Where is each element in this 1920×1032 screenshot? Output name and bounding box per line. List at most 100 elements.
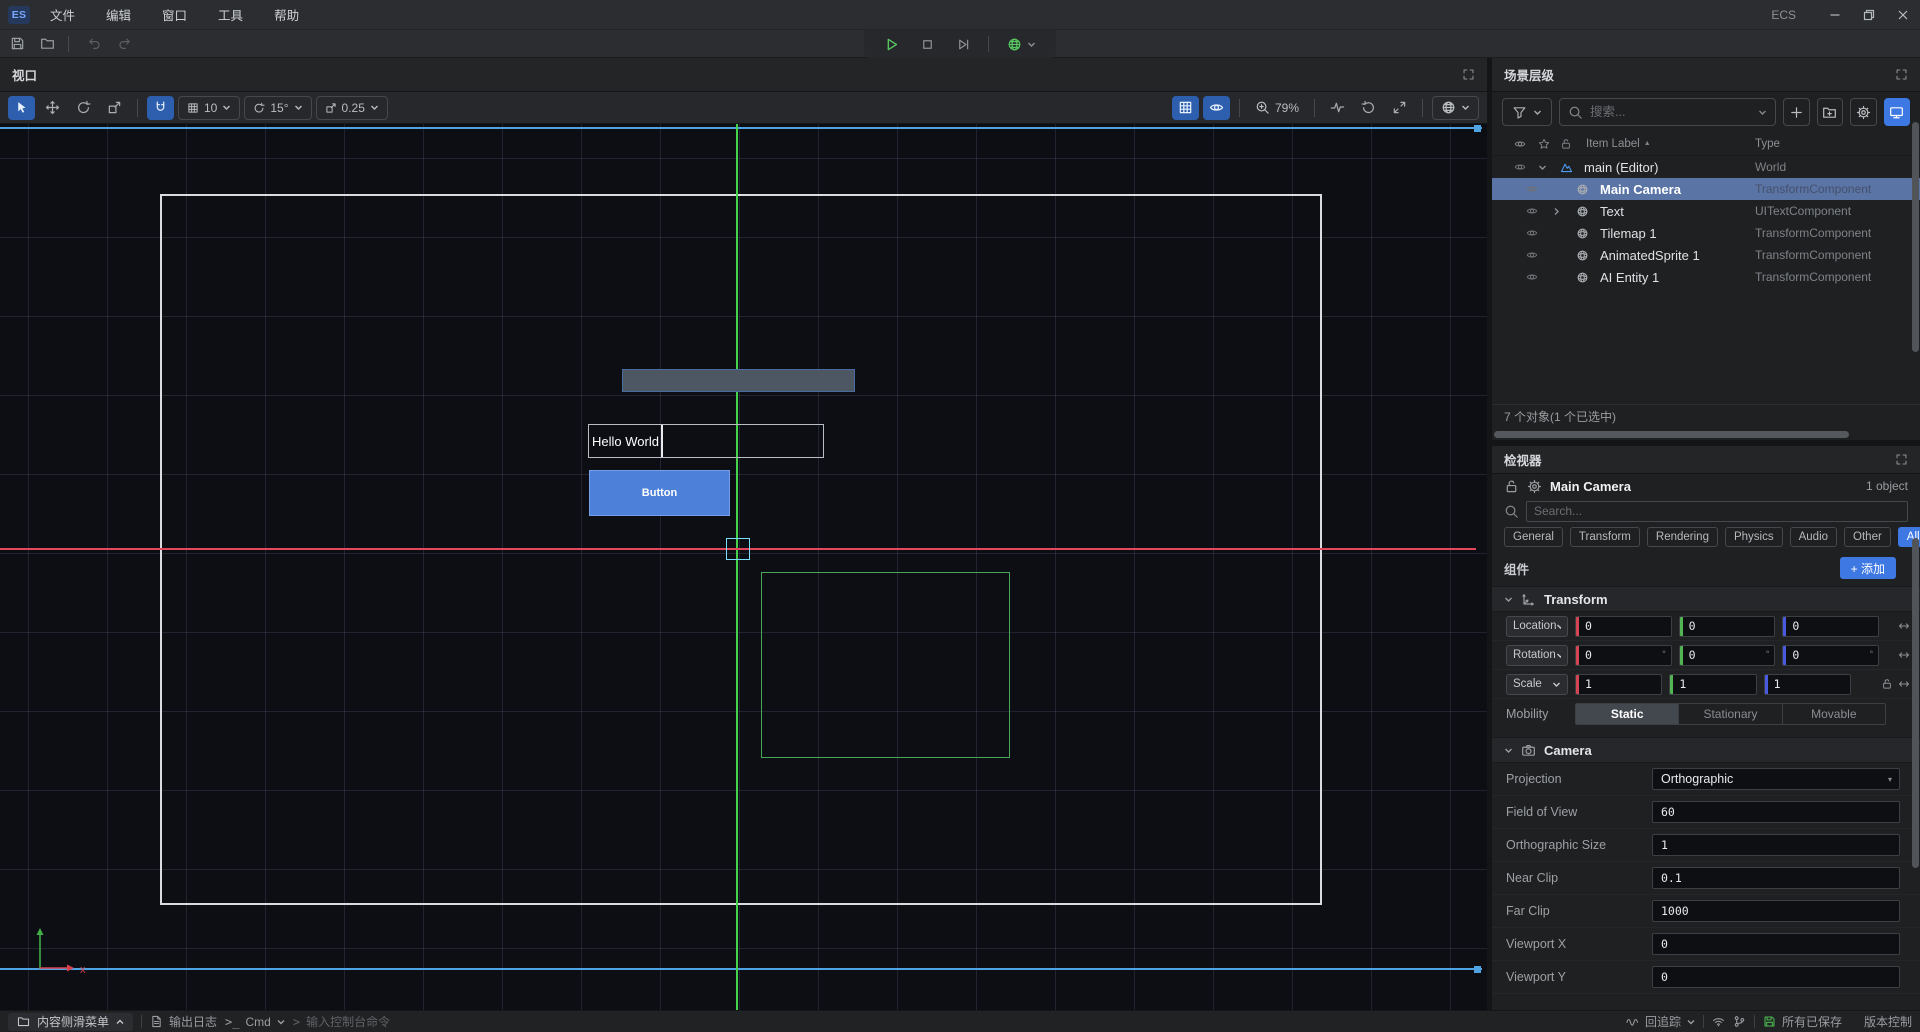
app-logo[interactable]: ES [8,6,30,24]
scene-canvas[interactable]: Hello World Button x [0,124,1487,1010]
tab-rendering[interactable]: Rendering [1647,527,1718,547]
far-clip-field[interactable]: 1000 [1652,900,1900,922]
location-y-field[interactable]: 0 [1679,616,1776,637]
redo-button[interactable] [111,32,137,56]
field-of-view-field[interactable]: 60 [1652,801,1900,823]
zoom-level[interactable]: 79% [1249,100,1305,115]
tab-audio[interactable]: Audio [1790,527,1837,547]
ui-button-widget[interactable]: Button [589,470,730,516]
grid-visibility-button[interactable] [1172,96,1199,120]
tilemap-bounds-rect[interactable] [761,572,1010,758]
stop-button[interactable] [912,32,942,56]
restore-button[interactable] [1852,0,1886,30]
camera-bound-bottom-line[interactable] [0,968,1482,970]
add-folder-button[interactable] [1817,98,1844,126]
fit-view-button[interactable] [1386,96,1413,120]
ui-panel-widget[interactable] [622,369,855,392]
grid-snap-dropdown[interactable]: 10 [178,96,240,120]
reset-view-button[interactable] [1355,96,1382,120]
menu-help[interactable]: 帮助 [263,4,310,26]
rotate-tool-button[interactable] [70,96,97,120]
tab-transform[interactable]: Transform [1570,527,1640,547]
hierarchy-search[interactable] [1559,98,1776,126]
near-clip-field[interactable]: 0.1 [1652,867,1900,889]
world-dropdown[interactable] [1432,96,1479,120]
menu-edit[interactable]: 编辑 [95,4,142,26]
hierarchy-settings-button[interactable] [1850,98,1877,126]
display-mode-button[interactable] [1884,98,1911,126]
menu-window[interactable]: 窗口 [151,4,198,26]
tree-row-ai-entity[interactable]: AI Entity 1 TransformComponent [1492,266,1920,288]
add-component-button[interactable]: + 添加 [1840,557,1896,579]
scale-snap-dropdown[interactable]: 0.25 [316,96,388,120]
cmd-dropdown[interactable]: >_ Cmd [225,1015,285,1029]
hierarchy-vscrollbar[interactable] [1912,122,1919,352]
viewport-y-field[interactable]: 0 [1652,966,1900,988]
filter-dropdown[interactable] [1502,98,1552,126]
step-button[interactable] [948,32,978,56]
menu-tools[interactable]: 工具 [207,4,254,26]
save-button[interactable] [4,32,30,56]
location-z-field[interactable]: 0 [1782,616,1879,637]
maximize-panel-icon[interactable] [1462,68,1475,81]
tree-row-tilemap[interactable]: Tilemap 1 TransformComponent [1492,222,1920,244]
inspector-vscrollbar[interactable] [1912,538,1919,868]
select-tool-button[interactable] [8,96,35,120]
hierarchy-search-input[interactable] [1590,105,1751,119]
chevron-down-icon[interactable] [1538,163,1547,172]
tab-general[interactable]: General [1504,527,1563,547]
save-status[interactable]: 所有已保存 [1763,1013,1842,1030]
link-axes-icon[interactable] [1898,620,1910,632]
mobility-stationary[interactable]: Stationary [1679,704,1782,724]
chevron-right-icon[interactable] [1552,207,1561,216]
visibility-eye-icon[interactable] [1526,249,1538,261]
scale-x-field[interactable]: 1 [1575,674,1662,695]
output-log-button[interactable]: 输出日志 [150,1013,217,1030]
column-type[interactable]: Type [1755,138,1780,150]
console-command-input[interactable]: > 输入控制台命令 [293,1013,390,1030]
rotation-z-field[interactable]: 0° [1782,645,1879,666]
gizmo-visibility-button[interactable] [1203,96,1230,120]
tree-row-world[interactable]: main (Editor) World [1492,156,1920,178]
move-tool-button[interactable] [39,96,66,120]
maximize-panel-icon[interactable] [1895,453,1908,466]
scale-z-field[interactable]: 1 [1764,674,1851,695]
hierarchy-hscrollbar[interactable] [1492,428,1920,440]
undo-button[interactable] [81,32,107,56]
add-entity-button[interactable] [1783,98,1810,126]
visibility-eye-icon[interactable] [1526,271,1538,283]
lock-icon[interactable] [1504,479,1519,494]
scale-y-field[interactable]: 1 [1669,674,1756,695]
play-button[interactable] [876,32,906,56]
network-status-icon[interactable] [1712,1015,1725,1028]
mobility-static[interactable]: Static [1576,704,1679,724]
content-drawer-button[interactable]: 内容侧滑菜单 [8,1013,133,1031]
location-x-field[interactable]: 0 [1575,616,1672,637]
scale-mode-dropdown[interactable]: Scale [1506,674,1568,695]
transform-section-header[interactable]: Transform [1492,586,1920,612]
tree-row-animatedsprite[interactable]: AnimatedSprite 1 TransformComponent [1492,244,1920,266]
menu-file[interactable]: 文件 [39,4,86,26]
tab-physics[interactable]: Physics [1725,527,1783,547]
viewport-x-field[interactable]: 0 [1652,933,1900,955]
backtrace-dropdown[interactable]: 回追踪 [1626,1013,1695,1030]
rotation-y-field[interactable]: 0° [1679,645,1776,666]
camera-bound-top-handle[interactable] [1474,125,1481,132]
tree-row-main-camera[interactable]: Main Camera TransformComponent [1492,178,1920,200]
version-control-button[interactable]: 版本控制 [1864,1013,1912,1030]
minimize-button[interactable] [1818,0,1852,30]
scale-tool-button[interactable] [101,96,128,120]
location-mode-dropdown[interactable]: Location [1506,616,1568,637]
close-button[interactable] [1886,0,1920,30]
visibility-eye-icon[interactable] [1526,227,1538,239]
projection-select[interactable]: Orthographic▾ [1652,768,1900,790]
open-folder-button[interactable] [34,32,60,56]
link-axes-icon[interactable] [1898,649,1910,661]
mobility-movable[interactable]: Movable [1783,704,1885,724]
inspector-search-box[interactable] [1526,501,1908,522]
stats-button[interactable] [1324,96,1351,120]
link-axes-icon[interactable] [1898,678,1910,690]
camera-bound-bottom-handle[interactable] [1474,966,1481,973]
tab-other[interactable]: Other [1844,527,1891,547]
orthographic-size-field[interactable]: 1 [1652,834,1900,856]
